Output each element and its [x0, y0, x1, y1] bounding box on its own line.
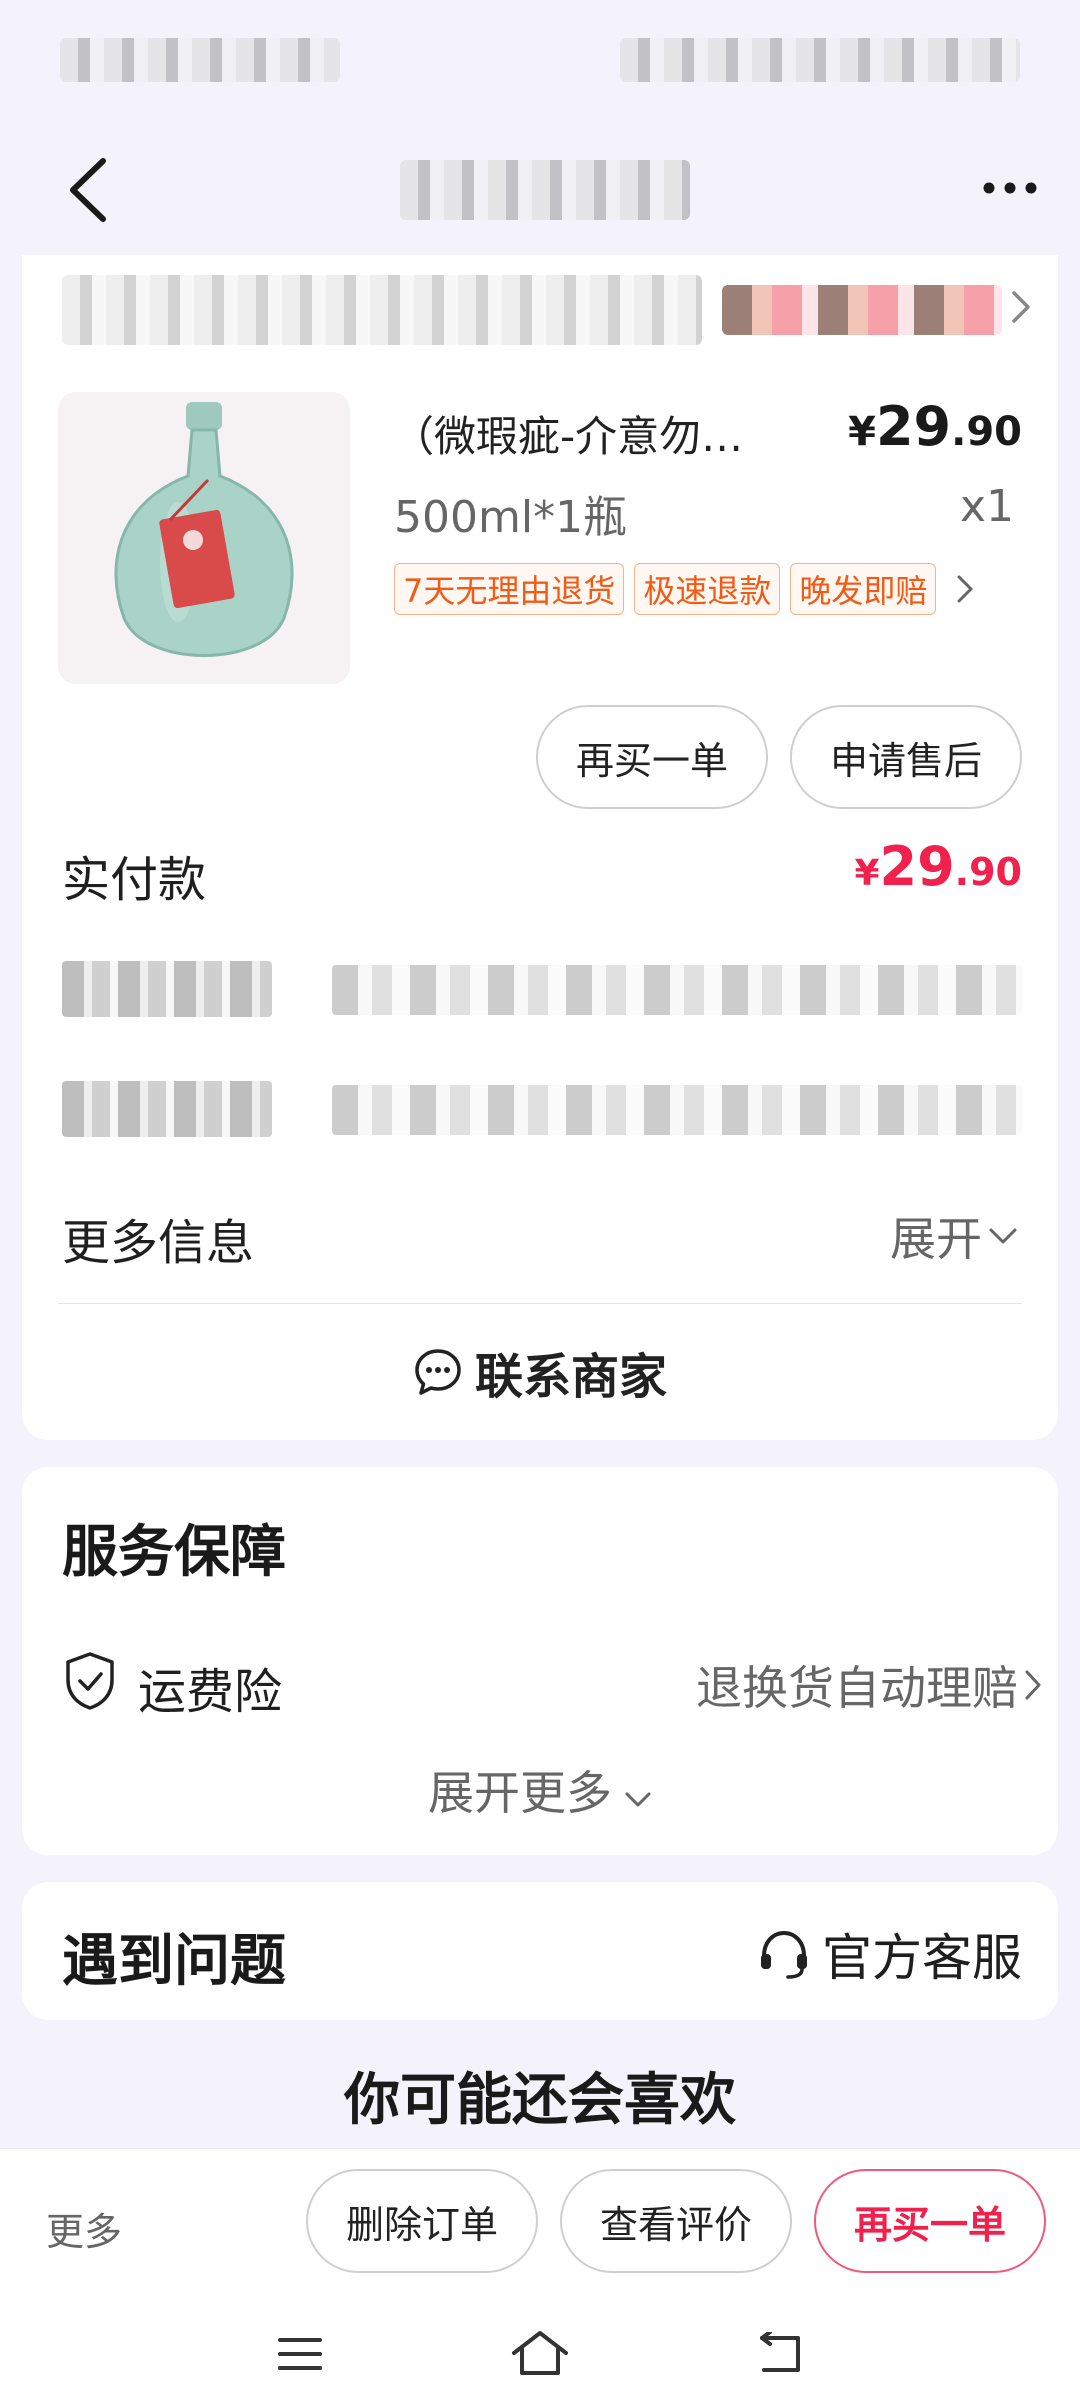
product-spec: 500ml*1瓶 [394, 492, 628, 543]
shipping-insurance-value-text: 退换货自动理赔 [696, 1661, 1018, 1715]
contact-merchant-label: 联系商家 [474, 1349, 667, 1405]
expand-more-label: 展开更多 [428, 1766, 612, 1820]
paid-decimal: .90 [954, 850, 1022, 894]
price-decimal: .90 [951, 409, 1022, 455]
expand-more-info-button[interactable]: 展开 [890, 1203, 1018, 1269]
delete-order-button[interactable]: 删除订单 [306, 2169, 538, 2273]
shop-row[interactable] [62, 275, 1042, 345]
headset-icon [761, 1930, 807, 1979]
product-price: ¥29.90 [848, 395, 1022, 458]
bottle-image [58, 392, 350, 684]
price-integer: 29 [875, 395, 952, 458]
system-menu-button[interactable] [260, 2319, 340, 2389]
shield-check-icon [66, 1652, 114, 1710]
trade-snapshot-value-obscured [332, 1085, 1022, 1135]
paid-label: 实付款 [62, 852, 207, 908]
chevron-right-icon [1012, 291, 1030, 323]
order-number-label-obscured [62, 961, 272, 1017]
more-button[interactable]: 更多 [46, 2201, 122, 2256]
service-guarantee-card: 服务保障 运费险 退换货自动理赔 展开更多 [22, 1467, 1058, 1855]
help-card: 遇到问题 官方客服 [22, 1882, 1058, 2020]
shipping-insurance-row[interactable]: 运费险 退换货自动理赔 [62, 1642, 1042, 1722]
rebuy-primary-button[interactable]: 再买一单 [814, 2169, 1046, 2273]
official-support-button[interactable]: 官方客服 [756, 1918, 1022, 1990]
chevron-right-icon [1025, 1670, 1041, 1700]
expand-more-services-button[interactable]: 展开更多 [22, 1757, 1058, 1823]
order-number-value-obscured [332, 965, 1022, 1015]
product-image[interactable] [58, 392, 350, 684]
order-card: （微瑕疵-介意勿… ¥29.90 500ml*1瓶 x1 7天无理由退货 极速退… [22, 255, 1058, 1440]
chevron-right-icon [957, 575, 973, 603]
chevron-down-icon [624, 1766, 652, 1820]
shop-name-obscured [62, 275, 702, 345]
nav-bar [0, 120, 1080, 260]
more-info-label: 更多信息 [62, 1215, 255, 1271]
divider [58, 1303, 1022, 1304]
trade-snapshot-row-obscured[interactable] [62, 1075, 1022, 1145]
system-home-button[interactable] [500, 2319, 580, 2389]
more-dots-icon [983, 182, 1037, 194]
contact-merchant-button[interactable]: 联系商家 [22, 1337, 1058, 1407]
price-symbol: ¥ [848, 409, 876, 455]
recommendation-title: 你可能还会喜欢 [344, 2068, 736, 2133]
service-tags[interactable]: 7天无理由退货 极速退款 晚发即赔 [394, 563, 974, 615]
shipping-insurance-label: 运费险 [138, 1664, 283, 1720]
trade-snapshot-label-obscured [62, 1081, 272, 1137]
bottom-action-bar: 更多 删除订单 查看评价 再买一单 [0, 2148, 1080, 2400]
status-bar [0, 0, 1080, 120]
rebuy-button[interactable]: 再买一单 [536, 705, 768, 809]
tag-7day-return: 7天无理由退货 [394, 563, 625, 615]
back-button[interactable] [52, 150, 122, 230]
product-title[interactable]: （微瑕疵-介意勿… [392, 403, 822, 464]
page-title-obscured [400, 160, 690, 220]
system-navigation-bar [0, 2309, 1080, 2399]
status-bar-right-obscured [620, 38, 1020, 82]
status-bar-left-obscured [60, 38, 340, 82]
back-icon [70, 158, 106, 222]
after-sale-button[interactable]: 申请售后 [790, 705, 1022, 809]
paid-integer: 29 [879, 835, 955, 898]
official-support-label: 官方客服 [822, 1929, 1022, 1987]
order-number-row-obscured[interactable] [62, 955, 1022, 1025]
back-arrow-icon [760, 2332, 800, 2372]
view-review-button[interactable]: 查看评价 [560, 2169, 792, 2273]
more-options-button[interactable] [970, 158, 1050, 218]
product-quantity: x1 [959, 481, 1014, 532]
menu-icon [278, 2338, 322, 2370]
tag-late-ship-compensation: 晚发即赔 [790, 563, 937, 615]
chevron-down-icon [989, 1228, 1017, 1244]
expand-label: 展开 [890, 1212, 982, 1266]
shop-badges-obscured [722, 285, 1002, 335]
service-title: 服务保障 [62, 1520, 286, 1585]
tag-fast-refund: 极速退款 [634, 563, 781, 615]
home-icon [512, 2331, 568, 2375]
paid-symbol: ¥ [854, 853, 880, 894]
chat-icon [415, 1349, 461, 1395]
paid-amount: ¥29.90 [854, 835, 1022, 898]
system-back-button[interactable] [740, 2319, 820, 2389]
help-title: 遇到问题 [62, 1929, 286, 1994]
shipping-insurance-value: 退换货自动理赔 [696, 1652, 1042, 1718]
